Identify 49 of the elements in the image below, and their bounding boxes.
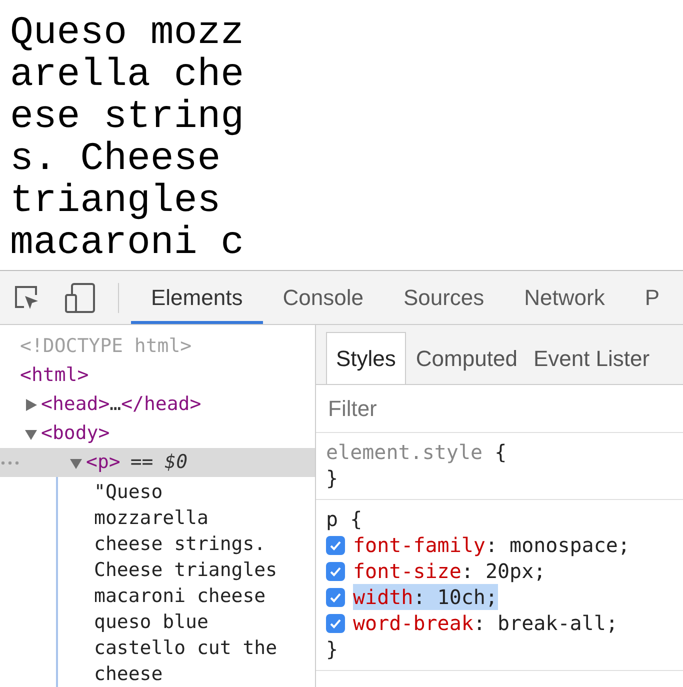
css-declaration[interactable]: font-size: 20px; [353,558,546,584]
text-node-line: cheese strings. [94,532,267,557]
page-text-line: macaroni c [10,222,246,264]
property-checkbox[interactable] [326,536,345,554]
css-selector: element.style [326,440,483,464]
element-tag: </head> [121,390,202,419]
css-declaration[interactable]: font-family: monospace; [353,532,630,558]
text-node-line: "Queso [94,480,164,505]
collapsed-ellipsis: … [110,392,122,418]
page-text-line: triangles [10,180,222,222]
open-brace: { [494,440,507,464]
text-node-line: castello cut the [94,636,278,661]
page-text-line: arella che [10,54,246,96]
element-tag: <body> [41,419,110,448]
page-text-line: s. Cheese [10,138,222,180]
doctype-text: <!DOCTYPE html> [20,334,192,359]
more-icon[interactable] [0,460,20,466]
panel-tab[interactable]: Console [262,271,384,324]
text-node-line: macaroni cheese [94,584,267,609]
selected-node-marker: == $0 [130,450,188,476]
close-brace: } [326,636,340,662]
property-checkbox[interactable] [326,614,345,632]
open-brace: { [349,507,362,531]
page-text-line: ese string [10,96,246,138]
css-declaration[interactable]: word-break: break-all; [353,610,618,636]
property-checkbox[interactable] [326,588,345,606]
property-checkbox[interactable] [326,562,345,580]
panel-tab[interactable]: Elements [131,271,263,324]
sidebar-tab[interactable]: Computed [410,332,524,384]
device-icon[interactable] [64,282,96,314]
filter-field[interactable]: Filter [328,392,628,425]
panel-tab[interactable]: Sources [383,271,504,324]
collapsed-triangle-icon[interactable] [24,398,38,412]
panel-tab[interactable]: P [624,271,680,324]
css-selector: p [326,507,338,531]
text-node-line: mozzarella [94,506,210,531]
close-brace: } [326,465,340,491]
panel-tab[interactable]: Network [504,271,625,324]
sidebar-tab[interactable]: Styles [326,332,406,384]
selected-node-row[interactable]: <p> == $0 [0,448,315,477]
page-text-line: Queso mozz [10,12,246,54]
element-tag: <html> [20,361,89,390]
sidebar-tab[interactable]: Event Lister [527,332,656,384]
text-node-line: queso blue [94,610,210,635]
element-tag: <head> [41,390,110,419]
css-declaration[interactable]: width: 10ch; [353,584,498,610]
text-node-line: Cheese triangles [94,558,278,583]
element-tag: <p> [86,448,120,477]
text-node-line: cheese [94,662,164,687]
